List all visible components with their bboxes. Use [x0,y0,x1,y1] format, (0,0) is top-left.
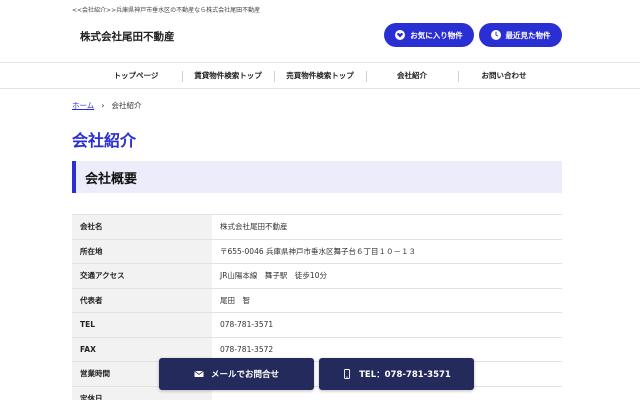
table-row-label: 所在地 [72,238,212,264]
company-info-table: 会社名 株式会社尾田不動産 所在地 〒655-0046 兵庫県神戸市垂水区舞子台６丁目… [72,214,562,400]
top-tagline: <<会社紹介>>兵庫県神戸市垂水区の不動産なら株式会社尾田不動産 [72,7,261,14]
nav-item-company[interactable]: 会社紹介 [366,63,458,88]
table-row: 会社名 株式会社尾田不動産 [72,214,562,239]
favorites-button[interactable]: お気に入り物件 [384,23,474,47]
tel-contact-button[interactable]: TEL：078-781-3571 [319,358,474,390]
table-row-value: 株式会社尾田不動産 [212,214,562,239]
table-row: 定休日 [72,385,562,400]
mail-contact-label: メールでお問合せ [210,370,279,380]
table-row: 代表者 尾田 智 [72,287,562,313]
breadcrumb-home-link[interactable]: ホーム [72,100,94,111]
table-row-label: 会社名 [72,214,212,239]
nav-item-top[interactable]: トップページ [90,63,182,88]
table-row: TEL 078-781-3571 [72,312,562,337]
table-row-value: 078-781-3571 [212,312,562,337]
page-title: 会社紹介 [72,131,137,150]
tel-contact-label: TEL：078-781-3571 [359,370,451,380]
chevron-right-icon: › [101,101,105,110]
table-row: FAX 078-781-3572 [72,336,562,362]
table-row-label: 代表者 [72,287,212,313]
favorites-label: お気に入り物件 [410,30,463,40]
smartphone-icon [344,369,351,379]
table-row-label: 交通アクセス [72,263,212,288]
nav-item-sale-search[interactable]: 売買物件検索トップ [274,63,366,88]
global-nav: トップページ 賃貸物件検索トップ 売買物件検索トップ 会社紹介 お問い合わせ [0,62,640,89]
mail-contact-button[interactable]: メールでお問合せ [159,358,314,390]
envelope-icon [194,370,204,377]
table-row-value: 〒655-0046 兵庫県神戸市垂水区舞子台６丁目１０－１３ [212,238,562,264]
recent-viewed-label: 最近見た物件 [505,30,551,40]
section-heading: 会社概要 [72,161,562,193]
site-logo[interactable]: 株式会社尾田不動産 [80,29,175,44]
table-row: 所在地 〒655-0046 兵庫県神戸市垂水区舞子台６丁目１０－１３ [72,238,562,264]
heart-icon [395,30,406,40]
nav-item-rental-search[interactable]: 賃貸物件検索トップ [182,63,274,88]
table-row: 交通アクセス JR山陽本線 舞子駅 徒歩10分 [72,263,562,288]
table-row-label: TEL [72,312,212,337]
clock-icon [490,30,501,40]
table-row-value: 尾田 智 [212,287,562,313]
nav-item-contact[interactable]: お問い合わせ [458,63,550,88]
breadcrumb: ホーム › 会社紹介 [72,100,141,111]
table-row: 営業時間 [72,361,562,386]
breadcrumb-current: 会社紹介 [111,101,142,110]
recent-viewed-button[interactable]: 最近見た物件 [479,23,562,47]
table-row-value: JR山陽本線 舞子駅 徒歩10分 [212,263,562,288]
